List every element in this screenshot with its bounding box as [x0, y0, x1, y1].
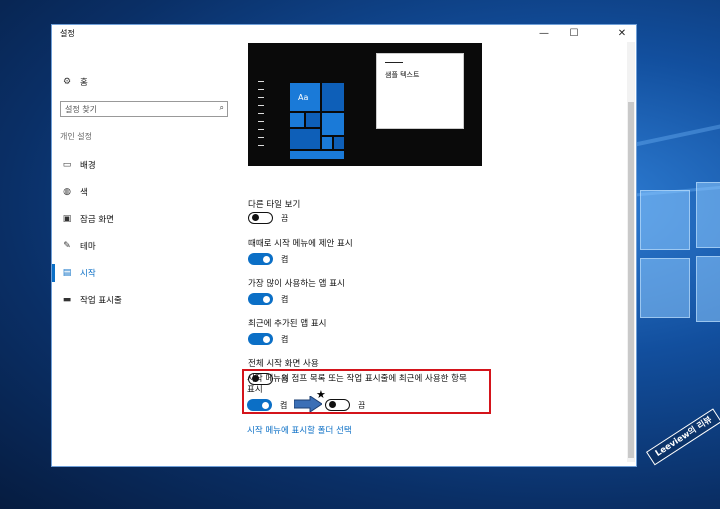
lock-screen-icon: ▣	[62, 214, 72, 224]
search-icon: ⌕	[219, 103, 224, 112]
taskbar-icon: ▬	[62, 295, 72, 305]
minimize-button[interactable]: —	[530, 25, 558, 43]
preview-list-line	[258, 97, 264, 98]
preview-tile	[290, 151, 344, 159]
sidebar-item-label: 시작	[80, 269, 96, 279]
toggle-knob	[252, 214, 259, 222]
toggle-knob	[263, 295, 270, 303]
sidebar-item-label: 홈	[80, 78, 88, 88]
preview-tile	[306, 113, 320, 127]
toggle-state: 끔	[281, 214, 289, 223]
sidebar-item-label: 배경	[80, 161, 96, 171]
search-placeholder: 설정 찾기	[65, 105, 97, 114]
toggle-recent-items-before[interactable]	[247, 399, 272, 411]
preview-tile	[322, 113, 344, 135]
setting-label: 때때로 시작 메뉴에 제안 표시	[248, 239, 353, 249]
desktop-window-logo-pane	[696, 256, 720, 322]
toggle-recently-added-apps[interactable]	[248, 333, 273, 345]
preview-tile	[290, 129, 320, 149]
maximize-button[interactable]: ☐	[560, 25, 588, 43]
setting-label-recent-items: 시작 메뉴의 점프 목록 또는 작업 표시줄에 최근에 사용한 항목	[247, 374, 467, 384]
setting-label: 가장 많이 사용하는 앱 표시	[248, 279, 345, 289]
preview-sample-window: 샘플 텍스트	[376, 53, 464, 129]
toggle-most-used-apps[interactable]	[248, 293, 273, 305]
preview-tile	[290, 113, 304, 127]
setting-label: 전체 시작 화면 사용	[248, 359, 319, 369]
desktop-window-logo-pane	[696, 182, 720, 248]
sidebar: ⚙ 홈 설정 찾기 ⌕ 개인 설정 ▭ 배경 ◍ 색 ▣ 잠금 화면 ✎ 테마 …	[52, 43, 242, 467]
toggle-knob	[329, 401, 336, 409]
sidebar-item-start[interactable]: ▤ 시작	[52, 264, 96, 282]
preview-list-line	[258, 137, 264, 138]
preview-tile	[322, 137, 332, 149]
image-icon: ▭	[62, 160, 72, 170]
preview-list-line	[258, 113, 264, 114]
toggle-state-after: 끔	[358, 401, 366, 410]
sidebar-item-label: 색	[80, 188, 88, 198]
toggle-state: 켬	[281, 335, 289, 344]
star-icon: ★	[316, 388, 326, 401]
preview-sample-text: 샘플 텍스트	[385, 71, 420, 79]
preview-list-line	[258, 89, 264, 90]
preview-tile-large: Aa	[290, 83, 320, 111]
section-label: 개인 설정	[60, 132, 92, 141]
toggle-recent-items-after[interactable]	[325, 399, 350, 411]
preview-window-line	[385, 62, 403, 63]
watermark-stamp: Leeview의 리뷰	[646, 408, 720, 466]
toggle-show-more-tiles[interactable]	[248, 212, 273, 224]
setting-label: 최근에 추가된 앱 표시	[248, 319, 327, 329]
preview-tile	[322, 83, 344, 111]
window-title: 설정	[60, 29, 75, 38]
gear-icon: ⚙	[62, 77, 72, 87]
sidebar-item-color[interactable]: ◍ 색	[60, 183, 88, 201]
sidebar-item-label: 테마	[80, 242, 96, 252]
toggle-show-suggestions[interactable]	[248, 253, 273, 265]
sidebar-item-taskbar[interactable]: ▬ 작업 표시줄	[60, 291, 122, 309]
preview-tile-text: Aa	[298, 93, 309, 102]
sidebar-item-lock-screen[interactable]: ▣ 잠금 화면	[60, 210, 114, 228]
active-indicator	[52, 264, 55, 282]
preview-list-line	[258, 81, 264, 82]
sidebar-item-label: 잠금 화면	[80, 215, 114, 225]
sidebar-item-background[interactable]: ▭ 배경	[60, 156, 96, 174]
toggle-knob	[263, 255, 270, 263]
toggle-knob	[262, 401, 269, 409]
title-bar[interactable]: 설정 — ☐ ✕	[52, 25, 636, 43]
sidebar-item-label: 작업 표시줄	[80, 296, 122, 306]
toggle-knob	[263, 335, 270, 343]
sidebar-item-theme[interactable]: ✎ 테마	[60, 237, 96, 255]
preview-list-line	[258, 145, 264, 146]
search-input[interactable]: 설정 찾기 ⌕	[60, 101, 228, 117]
desktop-window-logo-pane	[640, 258, 690, 318]
sidebar-item-home[interactable]: ⚙ 홈	[60, 73, 88, 91]
preview-list-line	[258, 105, 264, 106]
preview-tile	[334, 137, 344, 149]
toggle-state: 켬	[281, 295, 289, 304]
setting-label-recent-items-cont: 표시	[247, 385, 263, 395]
palette-icon: ◍	[63, 187, 71, 197]
toggle-state-before: 켬	[280, 401, 288, 410]
preview-list-line	[258, 129, 264, 130]
start-icon: ▤	[62, 268, 72, 278]
close-button[interactable]: ✕	[608, 25, 636, 43]
scrollbar-thumb[interactable]	[628, 102, 634, 458]
scrollbar[interactable]	[627, 42, 635, 462]
setting-label: 다른 타일 보기	[248, 200, 301, 210]
preview-list-line	[258, 121, 264, 122]
choose-folders-link[interactable]: 시작 메뉴에 표시할 폴더 선택	[247, 424, 352, 436]
start-preview: Aa 샘플 텍스트	[248, 43, 482, 166]
toggle-state: 켬	[281, 255, 289, 264]
desktop-window-logo-pane	[640, 190, 690, 250]
theme-icon: ✎	[63, 241, 71, 251]
